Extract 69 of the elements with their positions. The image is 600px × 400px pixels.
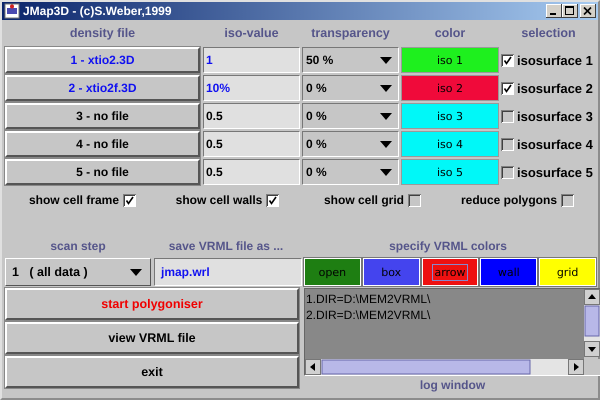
checkbox-label: isosurface 1 bbox=[517, 52, 593, 68]
maximize-button[interactable] bbox=[562, 4, 578, 18]
transparency-dropdown[interactable]: 0 % bbox=[302, 75, 399, 101]
caret-icon bbox=[380, 140, 392, 148]
horizontal-scrollbar[interactable] bbox=[305, 359, 584, 375]
checkbox-label: reduce polygons bbox=[460, 193, 558, 207]
section-label: scan step bbox=[50, 239, 106, 253]
checkbox-label: isosurface 4 bbox=[517, 136, 593, 152]
iso-value-field[interactable]: 0.5 bbox=[203, 131, 300, 157]
checkbox[interactable] bbox=[501, 110, 514, 122]
transparency-dropdown[interactable]: 0 % bbox=[302, 159, 399, 185]
log-line: 2.DIR=D:\MEM2VRML\ bbox=[306, 307, 432, 323]
color-button[interactable]: iso 5 bbox=[401, 159, 499, 185]
checkbox-label: isosurface 3 bbox=[517, 108, 593, 124]
caret-icon bbox=[380, 56, 392, 64]
transparency-dropdown[interactable]: 0 % bbox=[302, 131, 399, 157]
caret-icon bbox=[380, 168, 392, 176]
iso-value-field[interactable]: 0.5 bbox=[203, 159, 300, 185]
iso-value-field[interactable]: 1 bbox=[203, 47, 300, 73]
color-button[interactable]: iso 2 bbox=[401, 75, 499, 101]
vertical-scrollbar[interactable] bbox=[584, 289, 600, 357]
color-button[interactable]: iso 1 bbox=[401, 47, 499, 73]
color-button[interactable]: open bbox=[304, 258, 361, 286]
action-button[interactable]: view VRML file bbox=[5, 322, 299, 354]
window-title: JMap3D - (c)S.Weber,1999 bbox=[23, 4, 173, 18]
column-header: transparency bbox=[311, 26, 390, 40]
file-button[interactable]: 5 - no file bbox=[5, 159, 200, 185]
checkbox-label: isosurface 5 bbox=[517, 164, 593, 180]
checkbox[interactable] bbox=[501, 138, 514, 150]
checkbox-label: show cell grid bbox=[324, 193, 404, 207]
caret-icon bbox=[130, 268, 142, 276]
app-icon bbox=[4, 3, 20, 19]
color-button[interactable]: arrow bbox=[422, 258, 478, 286]
iso-value-field[interactable]: 0.5 bbox=[203, 103, 300, 129]
filename-field[interactable]: jmap.wrl bbox=[154, 258, 302, 286]
caret-icon bbox=[380, 112, 392, 120]
color-button[interactable]: iso 3 bbox=[401, 103, 499, 129]
color-button[interactable]: grid bbox=[539, 258, 596, 286]
checkbox[interactable] bbox=[501, 54, 514, 66]
checkbox[interactable] bbox=[501, 166, 514, 178]
checkbox[interactable] bbox=[408, 194, 421, 206]
checkbox[interactable] bbox=[501, 82, 514, 94]
log-line: 1.DIR=D:\MEM2VRML\ bbox=[306, 291, 432, 307]
log-window-label: log window bbox=[420, 378, 486, 392]
column-header: color bbox=[434, 26, 466, 40]
column-header: iso-value bbox=[224, 26, 279, 40]
file-button[interactable]: 3 - no file bbox=[5, 103, 200, 129]
checkbox[interactable] bbox=[266, 194, 280, 206]
color-button[interactable]: iso 4 bbox=[401, 131, 499, 157]
caret-icon bbox=[380, 84, 392, 92]
checkbox-label: show cell frame bbox=[28, 193, 120, 207]
scan-step-dropdown[interactable]: 1 ( all data ) bbox=[5, 258, 151, 286]
checkbox[interactable] bbox=[123, 194, 136, 206]
close-button[interactable] bbox=[580, 4, 596, 18]
file-button[interactable]: 4 - no file bbox=[5, 131, 200, 157]
action-button[interactable]: exit bbox=[5, 356, 299, 388]
checkbox-label: show cell walls bbox=[176, 193, 262, 207]
column-header: density file bbox=[70, 26, 136, 40]
section-label: save VRML file as ... bbox=[168, 239, 284, 253]
file-button[interactable]: 1 - xtio2.3D bbox=[5, 47, 200, 73]
transparency-dropdown[interactable]: 0 % bbox=[302, 103, 399, 129]
file-button[interactable]: 2 - xtio2f.3D bbox=[5, 75, 200, 101]
section-label: specify VRML colors bbox=[389, 239, 507, 253]
checkbox-label: isosurface 2 bbox=[517, 80, 593, 96]
transparency-dropdown[interactable]: 50 % bbox=[302, 47, 399, 73]
minimize-button[interactable] bbox=[546, 4, 562, 18]
iso-value-field[interactable]: 10% bbox=[203, 75, 300, 101]
checkbox[interactable] bbox=[561, 194, 574, 206]
column-header: selection bbox=[521, 26, 576, 40]
